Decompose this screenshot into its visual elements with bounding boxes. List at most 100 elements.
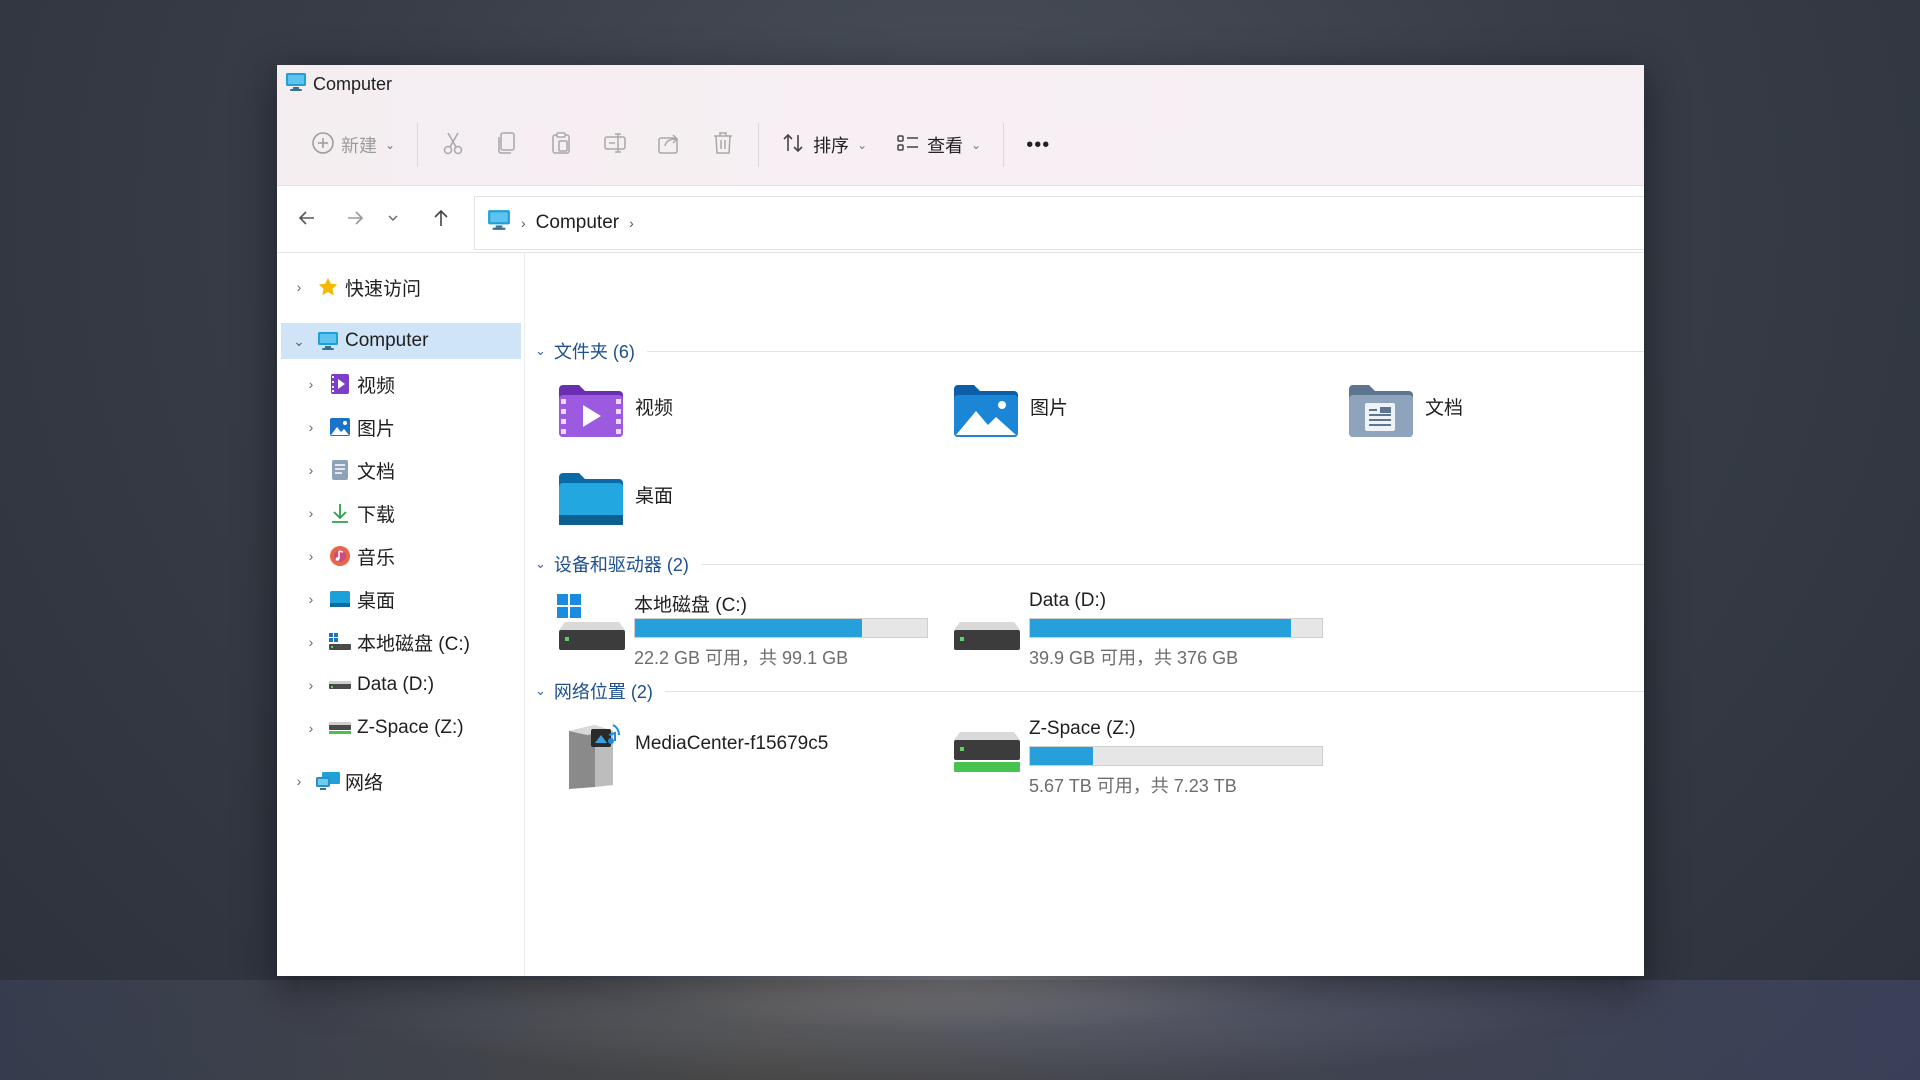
cut-button[interactable] bbox=[426, 123, 480, 167]
sidebar-item-quick-access[interactable]: › 快速访问 bbox=[281, 269, 521, 305]
chevron-right-icon[interactable]: › bbox=[301, 677, 321, 693]
forward-button[interactable] bbox=[341, 206, 369, 234]
network-icon bbox=[315, 769, 341, 793]
sort-label: 排序 bbox=[813, 136, 850, 156]
chevron-down-icon[interactable]: ⌄ bbox=[289, 333, 309, 350]
window-title-area: Computer bbox=[285, 72, 392, 96]
group-header-network[interactable]: ⌄ 网络位置 (2) bbox=[535, 677, 1644, 705]
network-drive-tile-z[interactable]: Z-Space (Z:) 5.67 TB 可用，共 7.23 TB bbox=[952, 718, 1332, 798]
video-folder-icon bbox=[557, 383, 625, 444]
group-header-folders[interactable]: ⌄ 文件夹 (6) bbox=[535, 337, 1644, 365]
group-divider bbox=[664, 690, 1644, 692]
address-bar[interactable]: › Computer › bbox=[474, 196, 1644, 250]
delete-button[interactable] bbox=[696, 123, 750, 167]
chevron-down-icon[interactable]: ⌄ bbox=[535, 683, 546, 699]
chevron-right-icon[interactable]: › bbox=[301, 720, 321, 736]
arrow-right-icon bbox=[345, 208, 365, 233]
drive-usage-fill bbox=[1030, 747, 1094, 765]
rename-button[interactable] bbox=[588, 123, 642, 167]
folder-tile-desktop[interactable]: 桌面 bbox=[557, 471, 673, 532]
network-drive-icon bbox=[952, 718, 1020, 785]
plus-circle-icon bbox=[311, 131, 335, 160]
copy-icon bbox=[494, 130, 520, 161]
more-label: ••• bbox=[1026, 133, 1051, 156]
chevron-down-icon: ⌄ bbox=[857, 138, 868, 152]
up-button[interactable] bbox=[427, 206, 455, 234]
scissors-icon bbox=[440, 130, 466, 161]
sidebar-label: 快速访问 bbox=[345, 278, 422, 300]
breadcrumb-separator-icon[interactable]: › bbox=[521, 215, 526, 231]
sidebar-item-computer[interactable]: ⌄ Computer bbox=[281, 323, 521, 359]
drive-free-space: 5.67 TB 可用，共 7.23 TB bbox=[1029, 776, 1237, 796]
chevron-down-icon[interactable]: ⌄ bbox=[535, 343, 546, 359]
sidebar-item-local-disk-c[interactable]: › 本地磁盘 (C:) bbox=[281, 624, 521, 660]
document-icon bbox=[327, 458, 353, 482]
sidebar-item-downloads[interactable]: › 下载 bbox=[281, 495, 521, 531]
toolbar-separator bbox=[758, 123, 760, 167]
computer-icon bbox=[487, 209, 511, 237]
view-button[interactable]: 查看 ⌄ bbox=[881, 123, 995, 167]
sidebar-item-data-d[interactable]: › Data (D:) bbox=[281, 667, 521, 703]
chevron-right-icon[interactable]: › bbox=[301, 591, 321, 607]
share-icon bbox=[656, 130, 682, 161]
chevron-right-icon[interactable]: › bbox=[301, 634, 321, 650]
back-button[interactable] bbox=[293, 206, 321, 234]
star-icon bbox=[315, 275, 341, 299]
sidebar-item-documents[interactable]: › 文档 bbox=[281, 452, 521, 488]
trash-icon bbox=[710, 130, 736, 161]
sidebar-item-pictures[interactable]: › 图片 bbox=[281, 409, 521, 445]
drive-usage-bar bbox=[1029, 618, 1323, 638]
background-band bbox=[0, 980, 1920, 1080]
new-button[interactable]: 新建 ⌄ bbox=[297, 123, 409, 167]
sidebar-label: 视频 bbox=[357, 375, 396, 397]
chevron-down-icon[interactable]: ⌄ bbox=[535, 556, 546, 572]
breadcrumb-separator-icon[interactable]: › bbox=[629, 215, 634, 231]
chevron-right-icon[interactable]: › bbox=[289, 279, 309, 295]
sort-arrows-icon bbox=[781, 131, 807, 160]
sidebar-item-desktop[interactable]: › 桌面 bbox=[281, 581, 521, 617]
sidebar-item-videos[interactable]: › 视频 bbox=[281, 366, 521, 402]
group-divider bbox=[700, 563, 1644, 565]
drive-tile-c[interactable]: 本地磁盘 (C:) 22.2 GB 可用，共 99.1 GB bbox=[557, 590, 937, 670]
folder-tile-videos[interactable]: 视频 bbox=[557, 383, 673, 444]
sidebar-label: 图片 bbox=[357, 418, 396, 440]
group-title: 网络位置 (2) bbox=[553, 682, 653, 702]
group-header-drives[interactable]: ⌄ 设备和驱动器 (2) bbox=[535, 550, 1644, 578]
picture-icon bbox=[327, 415, 353, 439]
chevron-right-icon[interactable]: › bbox=[301, 505, 321, 521]
navigation-bar: › Computer › bbox=[277, 186, 1644, 253]
paste-button[interactable] bbox=[534, 123, 588, 167]
list-view-icon bbox=[895, 131, 921, 160]
chevron-right-icon[interactable]: › bbox=[289, 773, 309, 789]
chevron-right-icon[interactable]: › bbox=[301, 462, 321, 478]
picture-folder-icon bbox=[952, 383, 1020, 444]
content-pane: ⌄ 文件夹 (6) 视频 图片 文档 桌面 ⌄ 设备和驱动器 (2) 本地磁盘 … bbox=[525, 253, 1644, 976]
more-options-button[interactable]: ••• bbox=[1012, 123, 1064, 167]
sidebar-item-z-space[interactable]: › Z-Space (Z:) bbox=[281, 710, 521, 746]
recent-locations-button[interactable] bbox=[383, 206, 403, 234]
clipboard-icon bbox=[548, 130, 574, 161]
view-label: 查看 bbox=[927, 136, 964, 156]
group-title: 文件夹 (6) bbox=[553, 342, 635, 362]
folder-tile-documents[interactable]: 文档 bbox=[1347, 383, 1463, 444]
chevron-down-icon: ⌄ bbox=[971, 138, 982, 152]
sort-button[interactable]: 排序 ⌄ bbox=[767, 123, 881, 167]
rename-icon bbox=[602, 130, 628, 161]
breadcrumb-computer[interactable]: Computer bbox=[536, 212, 619, 234]
folder-tile-pictures[interactable]: 图片 bbox=[952, 383, 1068, 444]
chevron-down-icon bbox=[387, 211, 399, 229]
music-icon bbox=[327, 544, 353, 568]
video-folder-icon bbox=[327, 372, 353, 396]
sidebar-item-music[interactable]: › 音乐 bbox=[281, 538, 521, 574]
copy-button[interactable] bbox=[480, 123, 534, 167]
share-button[interactable] bbox=[642, 123, 696, 167]
folder-name: 视频 bbox=[635, 398, 674, 419]
desktop-icon bbox=[327, 587, 353, 611]
chevron-right-icon[interactable]: › bbox=[301, 548, 321, 564]
system-drive-icon bbox=[327, 630, 353, 654]
chevron-right-icon[interactable]: › bbox=[301, 376, 321, 392]
sidebar-item-network[interactable]: › 网络 bbox=[281, 763, 521, 799]
network-tile-mediacenter[interactable]: MediaCenter-f15679c5 bbox=[557, 721, 828, 798]
chevron-right-icon[interactable]: › bbox=[301, 419, 321, 435]
drive-tile-d[interactable]: Data (D:) 39.9 GB 可用，共 376 GB bbox=[952, 590, 1332, 670]
